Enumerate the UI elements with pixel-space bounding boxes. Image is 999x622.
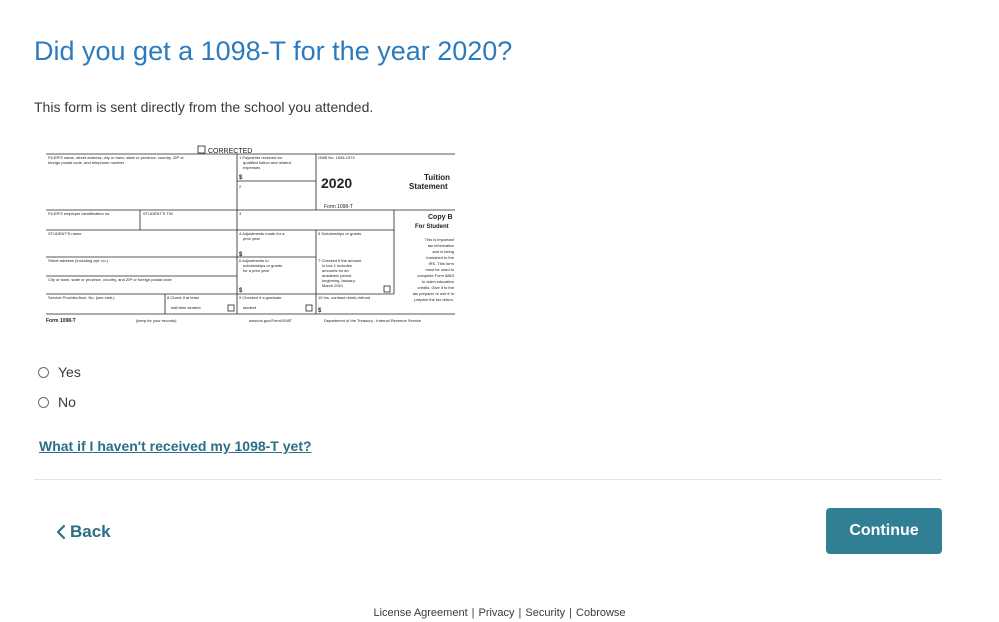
option-yes[interactable]: Yes — [38, 364, 81, 380]
form-note-line: complete Form 8863 — [417, 273, 454, 278]
option-no[interactable]: No — [38, 394, 76, 410]
footer-separator: | — [569, 607, 573, 619]
form-title-2: Statement — [409, 182, 448, 191]
box10-dollar: $ — [318, 308, 322, 314]
form-note-line: prepare the tax return. — [414, 297, 454, 302]
form-note-line: must be used to — [426, 267, 455, 272]
form-year: 2020 — [321, 175, 352, 191]
filer-ein-label: FILER'S employer identification no. — [48, 211, 110, 216]
filer-label-2: foreign postal code, and telephone numbe… — [48, 160, 125, 165]
divider — [34, 479, 942, 480]
form-note-line: credits. Give it to the — [418, 285, 455, 290]
chevron-left-icon — [56, 524, 66, 540]
radio-button-no[interactable] — [38, 396, 49, 408]
form-title-1: Tuition — [424, 173, 450, 182]
box1-label-3: expenses — [243, 165, 260, 170]
radio-button-yes[interactable] — [38, 366, 49, 378]
box5-label: 5 Scholarships or grants — [318, 231, 361, 236]
box10-label: 10 Ins. contract reimb./refund — [318, 295, 370, 300]
footer-keep-records: (keep for your records) — [136, 318, 177, 323]
omb-number: OMB No. 1545-1574 — [318, 155, 355, 160]
form-note-line: tax information — [428, 243, 454, 248]
box6-dollar: $ — [239, 288, 243, 294]
form-note-line: furnished to the — [426, 255, 454, 260]
form-note-line: This is important — [425, 237, 455, 242]
option-yes-label: Yes — [58, 364, 81, 380]
box3-label: 3 — [239, 211, 242, 216]
box4-label-2: prior year — [243, 236, 261, 241]
back-button[interactable]: Back — [56, 522, 111, 542]
box1-dollar: $ — [239, 175, 243, 181]
page-subtitle: This form is sent directly from the scho… — [34, 99, 374, 115]
box8-label-2: half-time student — [171, 305, 201, 310]
corrected-label: CORRECTED — [208, 148, 252, 155]
student-name-label: STUDENT'S name — [48, 231, 82, 236]
footer-security[interactable]: Security — [525, 607, 565, 619]
form-note-line: IRS. This form — [429, 261, 455, 266]
student-tin-label: STUDENT'S TIN — [143, 211, 173, 216]
box8-label: 8 Check if at least — [167, 295, 200, 300]
box9-label: 9 Checked if a graduate — [239, 295, 282, 300]
form-name: Form 1098-T — [324, 204, 353, 210]
copy-b-label: Copy B — [428, 214, 453, 221]
footer-irs-url: www.irs.gov/Form1098T — [249, 318, 293, 323]
footer-license-agreement[interactable]: License Agreement — [373, 607, 467, 619]
footer-department: Department of the Treasury - Internal Re… — [324, 318, 422, 323]
footer-cobrowse[interactable]: Cobrowse — [576, 607, 626, 619]
footer-privacy[interactable]: Privacy — [478, 607, 514, 619]
footer-separator: | — [518, 607, 522, 619]
box2-label: 2 — [239, 184, 242, 189]
help-link-not-received[interactable]: What if I haven't received my 1098-T yet… — [39, 438, 312, 454]
footer-separator: | — [471, 607, 475, 619]
form-note-line: and is being — [432, 249, 454, 254]
form-1098t-image: CORRECTED FILER'S name, street address, … — [46, 145, 455, 324]
city-label: City or town, state or province, country… — [48, 277, 172, 282]
continue-button[interactable]: Continue — [826, 508, 942, 554]
form-note-line: tax preparer or use it to — [413, 291, 455, 296]
box6-label-3: for a prior year — [243, 268, 270, 273]
provider-label: Service Provider/Acct. No. (see instr.) — [48, 295, 115, 300]
back-button-label: Back — [70, 522, 111, 541]
page-title: Did you get a 1098-T for the year 2020? — [34, 36, 513, 66]
box7-label-line: March 2021 — [322, 283, 344, 288]
box9-label-2: student — [243, 305, 257, 310]
footer-form-name: Form 1098-T — [46, 318, 76, 324]
for-student-label: For Student — [415, 224, 449, 230]
option-no-label: No — [58, 394, 76, 410]
street-label: Street address (including apt. no.) — [48, 258, 109, 263]
footer-links: License Agreement | Privacy | Security |… — [0, 607, 999, 619]
form-note-line: to claim education — [422, 279, 454, 284]
